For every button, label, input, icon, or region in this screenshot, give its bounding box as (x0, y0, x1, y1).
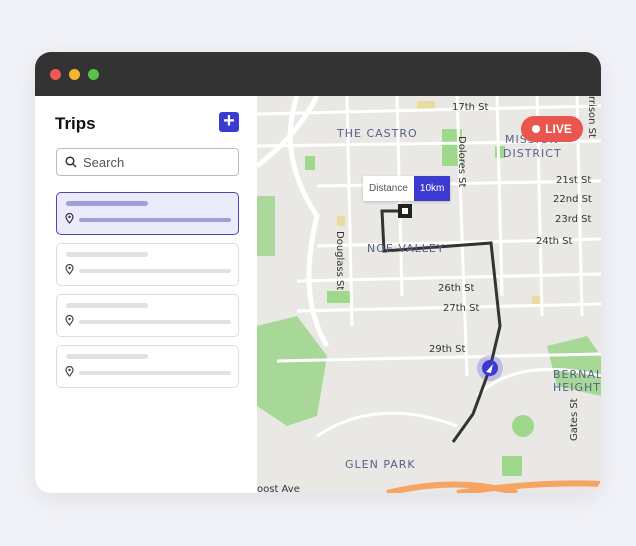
street-label: 24th St (536, 236, 573, 247)
street-label: 27th St (443, 303, 480, 314)
location-pin-icon (65, 366, 74, 377)
street-label: rrison St (586, 96, 597, 138)
location-pin-icon (65, 315, 74, 326)
trip-location-placeholder (79, 371, 231, 375)
distance-tooltip: Distance 10km (363, 176, 451, 201)
trip-card[interactable] (56, 192, 239, 235)
live-dot-icon (532, 125, 541, 133)
distance-label: Distance (363, 176, 414, 201)
location-pin-icon (65, 213, 74, 224)
location-pin-icon (65, 264, 74, 275)
titlebar (35, 52, 601, 96)
street-label: 29th St (429, 344, 466, 355)
search-placeholder: Search (83, 154, 125, 170)
distance-value: 10km (413, 176, 451, 201)
street-label: Dolores St (456, 136, 467, 187)
map[interactable]: 17th St Dolores St 21st St 22nd St 23rd … (257, 96, 601, 493)
district-label: NOE VALLEY (367, 242, 445, 255)
trip-title-placeholder (66, 201, 148, 206)
trip-title-placeholder (66, 354, 148, 359)
district-label: GLEN PARK (345, 458, 416, 471)
district-label: DISTRICT (503, 147, 562, 160)
page-title: Trips (55, 114, 96, 133)
street-label: oost Ave (257, 484, 300, 493)
maximize-button[interactable] (88, 68, 99, 80)
map-canvas: 17th St Dolores St 21st St 22nd St 23rd … (257, 96, 601, 493)
trip-card[interactable] (56, 294, 239, 337)
trip-location-placeholder (79, 218, 231, 222)
street-label: 21st St (556, 175, 591, 186)
trip-card[interactable] (56, 243, 239, 286)
add-trip-button[interactable]: + (219, 111, 239, 132)
district-label: THE CASTRO (336, 127, 418, 140)
search-input[interactable]: Search (56, 148, 239, 176)
sidebar: Trips + Search (35, 96, 257, 493)
street-label: 26th St (438, 283, 475, 294)
district-label: HEIGHTS (553, 381, 601, 394)
street-label: 23rd St (555, 214, 592, 225)
street-label: Gates St (569, 398, 580, 441)
search-icon (65, 156, 77, 168)
minimize-button[interactable] (69, 68, 80, 80)
street-label: 17th St (452, 102, 489, 113)
live-badge: LIVE (521, 116, 583, 142)
trip-location-placeholder (79, 269, 231, 273)
trip-location-placeholder (79, 320, 231, 324)
trip-title-placeholder (66, 252, 148, 257)
street-label: Douglass St (334, 231, 345, 290)
street-label: 22nd St (553, 194, 592, 205)
trip-title-placeholder (66, 303, 148, 308)
trip-card[interactable] (56, 345, 239, 388)
live-label: LIVE (545, 122, 572, 136)
district-label: BERNAL (553, 368, 601, 381)
close-button[interactable] (50, 68, 61, 80)
app-window: Trips + Search 17th St Dolores St 21st S… (35, 52, 601, 493)
